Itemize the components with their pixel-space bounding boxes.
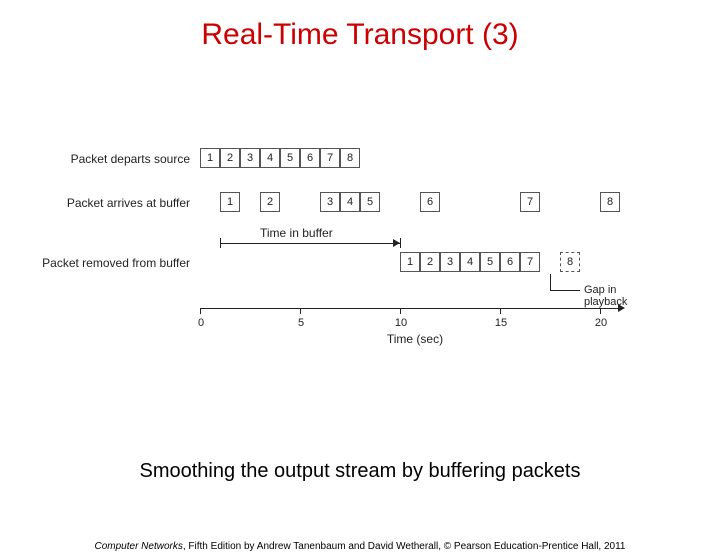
tick-label: 20: [592, 317, 610, 329]
axis-line: [200, 308, 620, 309]
packet-cell: 1: [200, 148, 220, 168]
tick: [600, 308, 601, 314]
footer-rest: , Fifth Edition by Andrew Tanenbaum and …: [183, 541, 626, 552]
time-in-buffer-arrow-icon: [393, 239, 400, 247]
packet-cell: 3: [440, 252, 460, 272]
packet-cell: 1: [400, 252, 420, 272]
tick-label: 15: [492, 317, 510, 329]
gap-hook-icon: [550, 274, 551, 290]
packet-cell: 1: [220, 192, 240, 212]
footer-book-title: Computer Networks: [95, 541, 183, 552]
axis-label: Time (sec): [200, 332, 630, 346]
packet-cell: 5: [280, 148, 300, 168]
packet-cell: 2: [420, 252, 440, 272]
packet-cell: 7: [520, 192, 540, 212]
packet-cell: 6: [500, 252, 520, 272]
time-in-buffer-label: Time in buffer: [260, 226, 333, 240]
packet-cell: 4: [340, 192, 360, 212]
gap-line-icon: [550, 290, 580, 291]
slide-caption: Smoothing the output stream by buffering…: [0, 460, 720, 483]
packet-cell: 8: [600, 192, 620, 212]
tick: [200, 308, 201, 314]
tick: [300, 308, 301, 314]
packet-cell: 7: [320, 148, 340, 168]
packet-cell: 3: [240, 148, 260, 168]
packet-cell: 8: [340, 148, 360, 168]
packet-cell: 5: [480, 252, 500, 272]
packet-cell: 4: [260, 148, 280, 168]
packet-cell: 4: [460, 252, 480, 272]
row-label-depart: Packet departs source: [20, 152, 190, 166]
slide-title: Real-Time Transport (3): [0, 18, 720, 52]
packet-cell: 2: [220, 148, 240, 168]
row-label-arrive: Packet arrives at buffer: [20, 196, 190, 210]
packet-cell: 2: [260, 192, 280, 212]
footer: Computer Networks, Fifth Edition by Andr…: [0, 541, 720, 552]
tick: [500, 308, 501, 314]
tick-label: 10: [392, 317, 410, 329]
time-in-buffer-right-bar: [400, 238, 401, 248]
row-label-remove: Packet removed from buffer: [10, 256, 190, 270]
axis-arrow-icon: [618, 304, 625, 312]
packet-cell: 5: [360, 192, 380, 212]
packet-cell: 6: [420, 192, 440, 212]
packet-cell: 7: [520, 252, 540, 272]
time-in-buffer-line: [220, 243, 400, 244]
packet-cell: 3: [320, 192, 340, 212]
tick: [400, 308, 401, 314]
packet-cell: 6: [300, 148, 320, 168]
tick-label: 0: [194, 317, 208, 329]
buffering-diagram: Packet departs source 1 2 3 4 5 6 7 8 Pa…: [60, 148, 660, 408]
tick-label: 5: [294, 317, 308, 329]
packet-cell-late: 8: [560, 252, 580, 272]
